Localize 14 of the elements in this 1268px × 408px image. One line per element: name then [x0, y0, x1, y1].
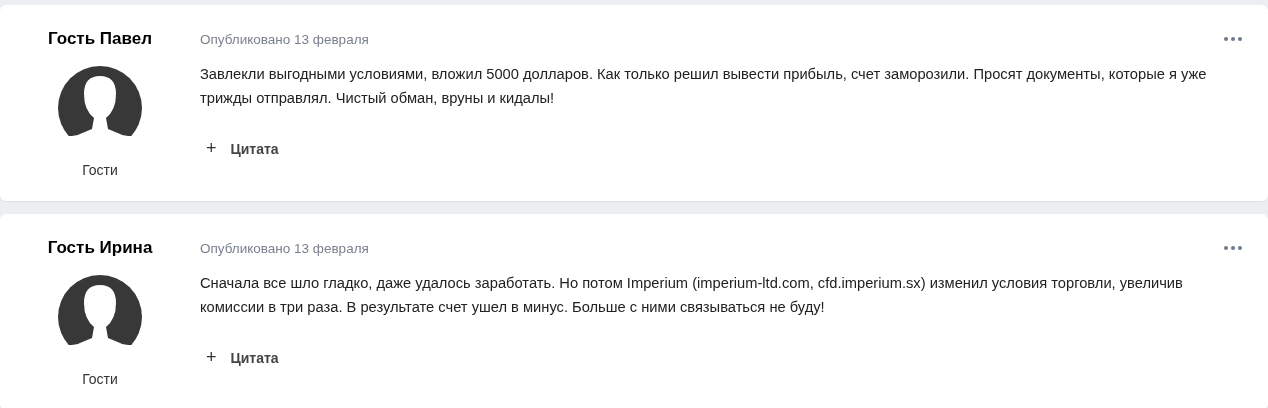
- user-group: Гости: [82, 371, 118, 387]
- plus-icon: +: [200, 347, 217, 368]
- post-text: Сначала все шло гладко, даже удалось заработать. Но потом Imperium (imperium-ltd.com, cfd.imperium.sx) изменил условия торговли, увеличив комиссии в три раза. В результате счет ушел в минус. Больше с ними связываться не буду!: [200, 274, 1184, 317]
- ellipsis-icon: [1224, 37, 1242, 41]
- author-name[interactable]: Гость Павел: [47, 29, 153, 51]
- quote-button[interactable]: + Цитата: [200, 138, 279, 159]
- ellipsis-icon: [1224, 246, 1242, 250]
- quote-button[interactable]: + Цитата: [200, 347, 279, 368]
- post-text: Завлекли выгодными условиями, вложил 5000 долларов. Как только решил вывести прибыль, счет заморозили. Просят документы, которые я уже трижды отправлял. Чистый обман, вруны и кидалы!: [200, 65, 1208, 108]
- plus-icon: +: [200, 138, 217, 159]
- author-name[interactable]: Гость Ирина: [47, 238, 153, 260]
- user-group: Гости: [82, 162, 118, 178]
- post-date: Опубликовано 13 февраля: [200, 31, 369, 47]
- post-date: Опубликовано 13 февраля: [200, 240, 369, 256]
